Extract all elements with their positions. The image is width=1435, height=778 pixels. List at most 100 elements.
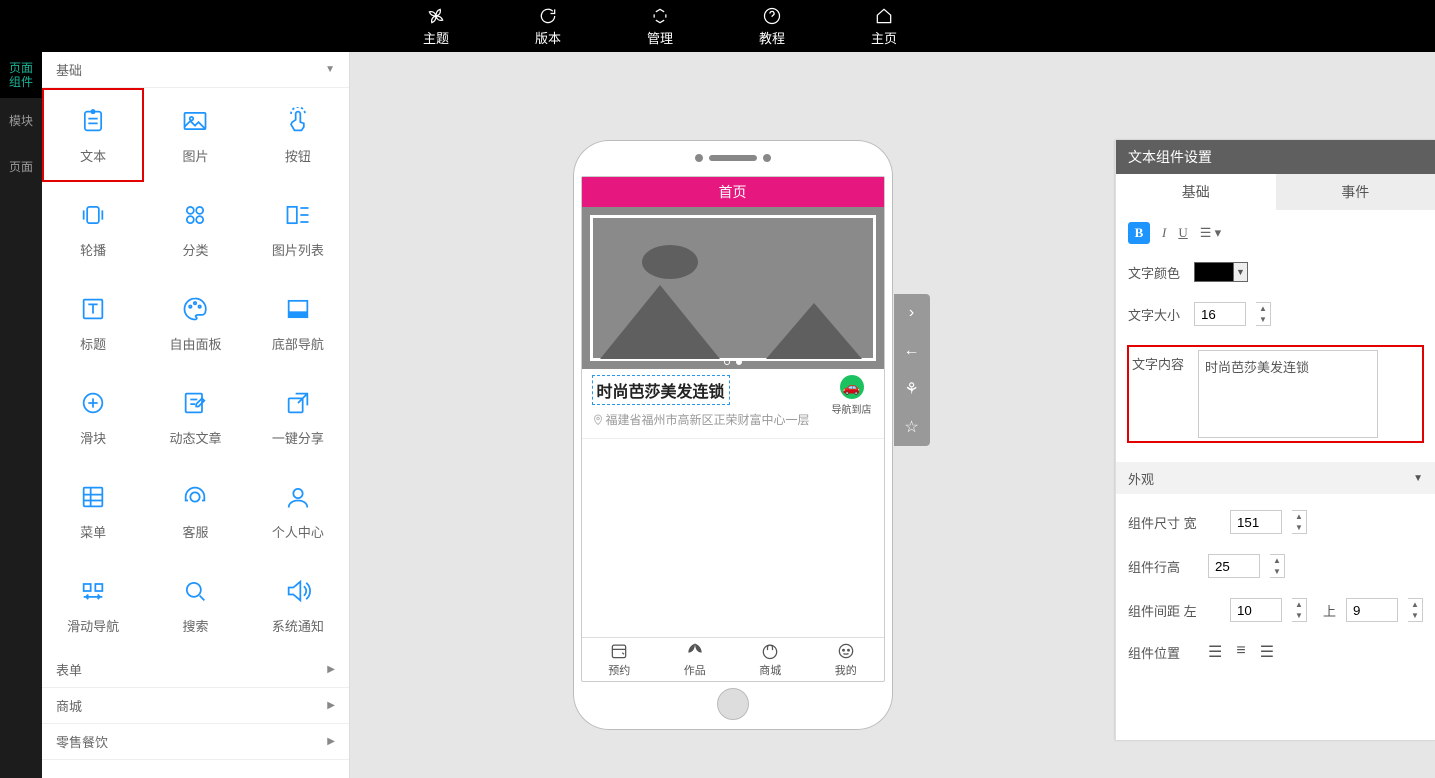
label-text-content: 文字内容	[1132, 350, 1188, 373]
align-menu-icon[interactable]: ☰ ▾	[1200, 225, 1221, 241]
comp-slider[interactable]: 滑块	[42, 370, 144, 464]
accordion-form[interactable]: 表单▶	[42, 652, 349, 688]
components-panel: 基础 ▼ 文本 图片 按钮 轮播 分类	[42, 52, 350, 778]
comp-category[interactable]: 分类	[144, 182, 246, 276]
comp-title[interactable]: 标题	[42, 276, 144, 370]
color-picker[interactable]: ▼	[1194, 262, 1248, 282]
home-icon	[874, 6, 894, 26]
tool-star[interactable]: ☆	[894, 408, 930, 446]
rail-modules[interactable]: 模块	[0, 98, 42, 144]
accordion-basic[interactable]: 基础 ▼	[42, 52, 349, 88]
margin-top-stepper[interactable]: ▲▼	[1408, 598, 1423, 622]
nav-theme[interactable]: 主题	[380, 6, 492, 47]
tab-works[interactable]: 作品	[657, 638, 733, 681]
width-input[interactable]	[1230, 510, 1282, 534]
comp-button[interactable]: 按钮	[247, 88, 349, 182]
canvas: 首页 时尚芭莎美发连锁 福建省福州市高新区正荣财富中心一层	[350, 52, 1115, 778]
store-address: 福建省福州市高新区正荣财富中心一层	[592, 411, 830, 428]
comp-system-notice[interactable]: 系统通知	[247, 558, 349, 652]
caret-right-icon: ▶	[327, 700, 335, 711]
margin-top-input[interactable]	[1346, 598, 1398, 622]
margin-left-input[interactable]	[1230, 598, 1282, 622]
text-format-toolbar: B I U ☰ ▾	[1128, 222, 1423, 244]
line-height-stepper[interactable]: ▲▼	[1270, 554, 1285, 578]
bottom-tabbar: 预约 作品 商城 我的	[582, 637, 884, 681]
comp-dynamic-article[interactable]: 动态文章	[144, 370, 246, 464]
phone-home-button	[717, 688, 749, 720]
nav-home[interactable]: 主页	[828, 6, 940, 47]
comp-text[interactable]: 文本	[42, 88, 144, 182]
step-down-icon: ▼	[1256, 314, 1270, 325]
rail-pages[interactable]: 页面	[0, 144, 42, 190]
palette-icon	[180, 294, 210, 324]
color-swatch-black	[1194, 262, 1234, 282]
comp-search[interactable]: 搜索	[144, 558, 246, 652]
comp-image-list[interactable]: 图片列表	[247, 182, 349, 276]
comp-share[interactable]: 一键分享	[247, 370, 349, 464]
section-appearance[interactable]: 外观 ▼	[1116, 462, 1435, 494]
comp-bottom-nav[interactable]: 底部导航	[247, 276, 349, 370]
comp-profile[interactable]: 个人中心	[247, 464, 349, 558]
phone-notch	[695, 154, 771, 162]
props-tab-basic[interactable]: 基础	[1116, 174, 1276, 210]
italic-button[interactable]: I	[1162, 225, 1166, 241]
tool-expand[interactable]: ›	[894, 294, 930, 332]
line-height-input[interactable]	[1208, 554, 1260, 578]
navigate-to-store[interactable]: 🚗 导航到店	[830, 375, 874, 432]
bold-button[interactable]: B	[1128, 222, 1150, 244]
menu-grid-icon	[78, 482, 108, 512]
tool-back[interactable]: ←	[894, 332, 930, 370]
comp-free-panel[interactable]: 自由面板	[144, 276, 246, 370]
tab-booking[interactable]: 预约	[582, 638, 658, 681]
props-tab-event[interactable]: 事件	[1276, 174, 1435, 210]
align-right-button[interactable]: ☰	[1260, 642, 1274, 662]
sliding-nav-icon	[78, 576, 108, 606]
carousel-dots	[724, 359, 742, 365]
properties-title: 文本组件设置	[1116, 140, 1435, 174]
width-stepper[interactable]: ▲▼	[1292, 510, 1307, 534]
image-icon	[180, 106, 210, 136]
headset-icon	[180, 482, 210, 512]
color-dropdown-icon: ▼	[1234, 262, 1248, 282]
properties-panel: 文本组件设置 基础 事件 B I U ☰ ▾ 文字颜色 ▼ 文字大小 ▲▼ 文字…	[1115, 140, 1435, 740]
accordion-basic-label: 基础	[56, 60, 82, 79]
page-title-bar: 首页	[582, 177, 884, 207]
accordion-retail-fnb[interactable]: 零售餐饮▶	[42, 724, 349, 760]
align-center-button[interactable]: ≡	[1236, 642, 1245, 662]
accordion-mall[interactable]: 商城▶	[42, 688, 349, 724]
text-content-input[interactable]: 时尚芭莎美发连锁	[1198, 350, 1378, 438]
nav-manage[interactable]: 管理	[604, 6, 716, 47]
tab-mine[interactable]: 我的	[808, 638, 884, 681]
comp-sliding-nav[interactable]: 滑动导航	[42, 558, 144, 652]
nav-version[interactable]: 版本	[492, 6, 604, 47]
underline-button[interactable]: U	[1178, 225, 1187, 241]
margin-left-stepper[interactable]: ▲▼	[1292, 598, 1307, 622]
face-icon	[836, 641, 856, 661]
comp-carousel[interactable]: 轮播	[42, 182, 144, 276]
step-up-icon: ▲	[1256, 303, 1270, 314]
comp-menu[interactable]: 菜单	[42, 464, 144, 558]
caret-right-icon: ▶	[327, 736, 335, 747]
nav-tutorial[interactable]: 教程	[716, 6, 828, 47]
comp-image[interactable]: 图片	[144, 88, 246, 182]
leaf-icon	[685, 641, 705, 661]
tab-mall[interactable]: 商城	[733, 638, 809, 681]
hero-image-placeholder[interactable]	[582, 207, 884, 369]
font-size-stepper[interactable]: ▲▼	[1256, 302, 1271, 326]
label-line-height: 组件行高	[1128, 557, 1198, 576]
phone-screen[interactable]: 首页 时尚芭莎美发连锁 福建省福州市高新区正荣财富中心一层	[581, 176, 885, 682]
label-font-size: 文字大小	[1128, 305, 1184, 324]
font-size-input[interactable]	[1194, 302, 1246, 326]
tool-cluster[interactable]: ⚘	[894, 370, 930, 408]
align-left-button[interactable]: ☰	[1208, 642, 1222, 662]
rail-page-components[interactable]: 页面组件	[0, 52, 42, 98]
text-component-selected[interactable]: 时尚芭莎美发连锁	[592, 375, 730, 405]
comp-service[interactable]: 客服	[144, 464, 246, 558]
share-icon	[283, 388, 313, 418]
title-icon	[78, 294, 108, 324]
label-margin-left: 组件间距 左	[1128, 601, 1220, 620]
car-pin-icon: 🚗	[840, 375, 864, 399]
label-text-color: 文字颜色	[1128, 263, 1184, 282]
top-nav: 主题 版本 管理 教程 主页	[0, 0, 1435, 52]
calendar-icon	[609, 641, 629, 661]
